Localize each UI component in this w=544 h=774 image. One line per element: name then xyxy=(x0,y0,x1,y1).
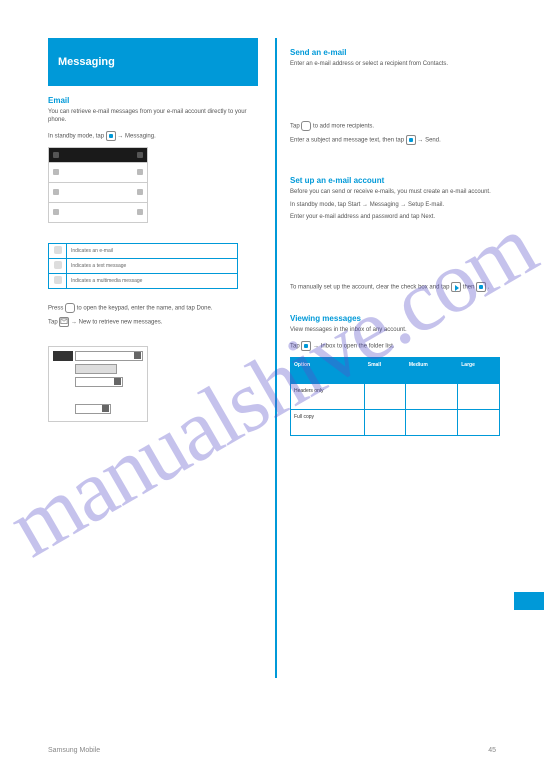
th-option: Option xyxy=(291,358,365,384)
dropdown-icon xyxy=(134,352,141,359)
legend-1: Indicates an e-mail xyxy=(67,243,238,258)
r-step-3-post: → Send. xyxy=(417,138,440,144)
setup-step-1: In standby mode, tap Start → Messaging →… xyxy=(290,202,500,210)
setup-step-3-a: To manually set up the account, clear th… xyxy=(290,285,451,291)
r-step-3: Enter a subject and message text, then t… xyxy=(290,135,500,145)
r-step-1: Enter an e-mail address or select a reci… xyxy=(290,61,500,69)
page-footer: Samsung Mobile 45 xyxy=(0,747,544,754)
field-to xyxy=(75,351,143,361)
step-1-post: → Messaging. xyxy=(117,133,155,139)
column-divider xyxy=(275,38,277,678)
inbox-icon xyxy=(301,341,311,351)
cell xyxy=(405,384,457,410)
heading-send-email: Send an e-mail xyxy=(290,48,500,57)
legend-3: Indicates a multimedia message xyxy=(67,273,238,288)
field-cc xyxy=(75,364,117,374)
heading-email: Email xyxy=(48,96,258,105)
chapter-tab xyxy=(514,592,544,610)
phone-row-1 xyxy=(49,162,147,182)
ok-icon xyxy=(476,282,486,292)
heading-view: Viewing messages xyxy=(290,314,500,323)
icon-legend-table: Indicates an e-mail Indicates a text mes… xyxy=(48,243,238,289)
table-row: Headers only xyxy=(291,384,500,410)
field-subject xyxy=(75,377,123,387)
download-options-table: Option Small Medium Large Headers only F… xyxy=(290,357,500,436)
footer-brand: Samsung Mobile xyxy=(48,747,100,754)
phone-screenshot-messaging xyxy=(48,147,148,223)
dropdown-icon xyxy=(102,405,109,412)
phone-row-2 xyxy=(49,182,147,202)
cell xyxy=(364,384,405,410)
view-step-1: Tap → Inbox to open the folder list. xyxy=(290,341,500,351)
sms-icon xyxy=(54,261,62,269)
field-label-to xyxy=(53,351,73,361)
cell xyxy=(458,384,500,410)
dropdown-icon xyxy=(114,378,121,385)
step-2b-post: → New to retrieve new messages. xyxy=(71,320,162,326)
right-column: Send an e-mail Enter an e-mail address o… xyxy=(290,38,500,436)
r-step-2-pre: Tap xyxy=(290,123,301,129)
r-step-2: Tap to add more recipients. xyxy=(290,121,500,131)
setup-intro: Before you can send or receive e-mails, … xyxy=(290,189,500,197)
setup-step-2: Enter your e-mail address and password a… xyxy=(290,214,500,222)
key-icon xyxy=(65,303,75,313)
next-icon xyxy=(451,282,461,292)
r-step-2-post: to add more recipients. xyxy=(313,123,374,129)
heading-setup: Set up an e-mail account xyxy=(290,176,500,185)
setup-step-3-b: then xyxy=(463,285,476,291)
cell xyxy=(405,410,457,436)
legend-2: Indicates a text message xyxy=(67,258,238,273)
step-1-pre: In standby mode, tap xyxy=(48,133,104,139)
phone-screenshot-compose xyxy=(48,346,148,422)
step-2a-pre: Press xyxy=(48,306,65,312)
cell: Headers only xyxy=(291,384,365,410)
page-number: 45 xyxy=(488,747,496,754)
step-2a-post: to open the keypad, enter the name, and … xyxy=(77,306,213,312)
cell xyxy=(364,410,405,436)
r-step-3-pre: Enter a subject and message text, then t… xyxy=(290,138,406,144)
send-icon xyxy=(406,135,416,145)
view-step-1-pre: Tap xyxy=(290,344,301,350)
field-body xyxy=(75,404,111,414)
step-2b-pre: Tap xyxy=(48,320,59,326)
cell xyxy=(458,410,500,436)
add-icon xyxy=(301,121,311,131)
table-row: Full copy xyxy=(291,410,500,436)
cell: Full copy xyxy=(291,410,365,436)
th-small: Small xyxy=(364,358,405,384)
setup-step-3: To manually set up the account, clear th… xyxy=(290,282,500,292)
th-large: Large xyxy=(458,358,500,384)
section-banner: Messaging xyxy=(48,38,258,86)
intro-text: You can retrieve e-mail messages from yo… xyxy=(48,109,258,125)
step-1: In standby mode, tap → Messaging. xyxy=(48,131,258,141)
setup-step-3-c: . xyxy=(488,285,490,291)
menu-icon xyxy=(59,317,69,327)
step-2b: Tap → New to retrieve new messages. xyxy=(48,317,258,327)
step-2a: Press to open the keypad, enter the name… xyxy=(48,303,258,313)
phone-status-bar xyxy=(49,148,147,162)
start-icon xyxy=(106,131,116,141)
phone-row-3 xyxy=(49,202,147,222)
view-step-1-post: → Inbox to open the folder list. xyxy=(313,344,394,350)
view-intro: View messages in the inbox of any accoun… xyxy=(290,327,500,335)
left-column: Messaging Email You can retrieve e-mail … xyxy=(48,38,258,428)
email-icon xyxy=(54,246,62,254)
th-medium: Medium xyxy=(405,358,457,384)
mms-icon xyxy=(54,276,62,284)
